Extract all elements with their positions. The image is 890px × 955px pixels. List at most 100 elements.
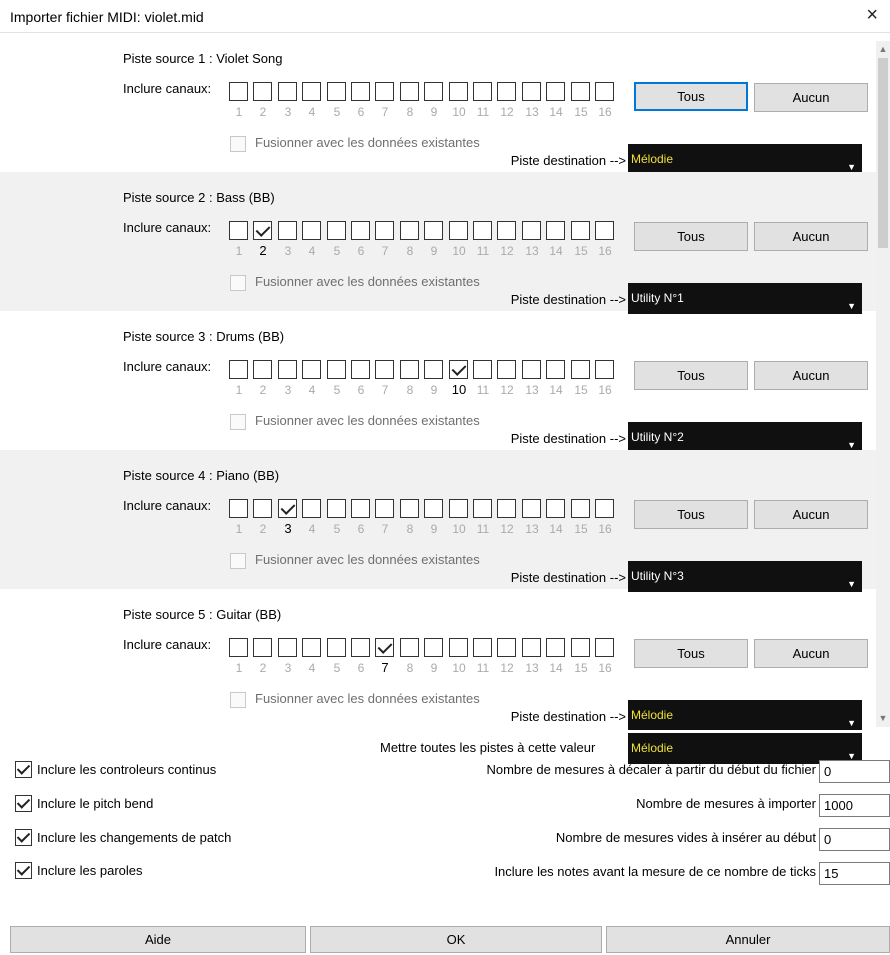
merge-checkbox[interactable] bbox=[230, 414, 246, 430]
channel-checkbox-12[interactable] bbox=[497, 499, 516, 518]
scroll-down-icon[interactable]: ▼ bbox=[876, 710, 890, 727]
channel-checkbox-13[interactable] bbox=[522, 221, 541, 240]
channel-checkbox-3[interactable] bbox=[278, 360, 297, 379]
channel-checkbox-16[interactable] bbox=[595, 499, 614, 518]
channel-checkbox-7[interactable] bbox=[375, 82, 394, 101]
channel-checkbox-12[interactable] bbox=[497, 82, 516, 101]
channel-checkbox-3[interactable] bbox=[278, 221, 297, 240]
numeric-field-input[interactable]: 0 bbox=[819, 760, 890, 783]
merge-checkbox[interactable] bbox=[230, 275, 246, 291]
channel-checkbox-16[interactable] bbox=[595, 82, 614, 101]
channel-checkbox-14[interactable] bbox=[546, 221, 565, 240]
numeric-field-input[interactable]: 1000 bbox=[819, 794, 890, 817]
destination-dropdown[interactable]: Utility N°3 ▼ bbox=[628, 561, 862, 592]
close-icon[interactable]: × bbox=[866, 4, 878, 27]
option-checkbox[interactable] bbox=[15, 761, 32, 778]
channel-checkbox-1[interactable] bbox=[229, 82, 248, 101]
channel-checkbox-10[interactable] bbox=[449, 82, 468, 101]
merge-checkbox[interactable] bbox=[230, 553, 246, 569]
channel-checkbox-3[interactable] bbox=[278, 499, 297, 518]
channel-checkbox-15[interactable] bbox=[571, 82, 590, 101]
all-channels-button[interactable]: Tous bbox=[634, 639, 748, 668]
channel-checkbox-6[interactable] bbox=[351, 499, 370, 518]
channel-checkbox-11[interactable] bbox=[473, 360, 492, 379]
merge-checkbox[interactable] bbox=[230, 136, 246, 152]
channel-checkbox-16[interactable] bbox=[595, 360, 614, 379]
merge-checkbox[interactable] bbox=[230, 692, 246, 708]
channel-checkbox-13[interactable] bbox=[522, 638, 541, 657]
channel-checkbox-15[interactable] bbox=[571, 221, 590, 240]
channel-checkbox-13[interactable] bbox=[522, 499, 541, 518]
channel-checkbox-4[interactable] bbox=[302, 221, 321, 240]
channel-checkbox-1[interactable] bbox=[229, 360, 248, 379]
channel-checkbox-6[interactable] bbox=[351, 221, 370, 240]
channel-checkbox-14[interactable] bbox=[546, 638, 565, 657]
channel-checkbox-9[interactable] bbox=[424, 82, 443, 101]
no-channels-button[interactable]: Aucun bbox=[754, 500, 868, 529]
destination-dropdown[interactable]: Mélodie ▼ bbox=[628, 700, 862, 730]
option-checkbox[interactable] bbox=[15, 829, 32, 846]
no-channels-button[interactable]: Aucun bbox=[754, 361, 868, 390]
channel-checkbox-8[interactable] bbox=[400, 638, 419, 657]
channel-checkbox-13[interactable] bbox=[522, 82, 541, 101]
all-channels-button[interactable]: Tous bbox=[634, 82, 748, 111]
channel-checkbox-5[interactable] bbox=[327, 360, 346, 379]
channel-checkbox-16[interactable] bbox=[595, 221, 614, 240]
help-button[interactable]: Aide bbox=[10, 926, 306, 953]
numeric-field-input[interactable]: 15 bbox=[819, 862, 890, 885]
channel-checkbox-4[interactable] bbox=[302, 499, 321, 518]
destination-dropdown[interactable]: Utility N°1 ▼ bbox=[628, 283, 862, 314]
channel-checkbox-10[interactable] bbox=[449, 360, 468, 379]
channel-checkbox-6[interactable] bbox=[351, 82, 370, 101]
option-checkbox[interactable] bbox=[15, 862, 32, 879]
destination-dropdown[interactable]: Mélodie ▼ bbox=[628, 144, 862, 175]
all-channels-button[interactable]: Tous bbox=[634, 222, 748, 251]
vertical-scrollbar[interactable]: ▲ ▼ bbox=[876, 41, 890, 727]
channel-checkbox-4[interactable] bbox=[302, 360, 321, 379]
channel-checkbox-5[interactable] bbox=[327, 638, 346, 657]
channel-checkbox-2[interactable] bbox=[253, 360, 272, 379]
channel-checkbox-12[interactable] bbox=[497, 360, 516, 379]
channel-checkbox-8[interactable] bbox=[400, 499, 419, 518]
numeric-field-input[interactable]: 0 bbox=[819, 828, 890, 851]
channel-checkbox-2[interactable] bbox=[253, 221, 272, 240]
channel-checkbox-9[interactable] bbox=[424, 638, 443, 657]
channel-checkbox-8[interactable] bbox=[400, 221, 419, 240]
channel-checkbox-7[interactable] bbox=[375, 638, 394, 657]
channel-checkbox-6[interactable] bbox=[351, 360, 370, 379]
channel-checkbox-1[interactable] bbox=[229, 499, 248, 518]
cancel-button[interactable]: Annuler bbox=[606, 926, 890, 953]
channel-checkbox-10[interactable] bbox=[449, 499, 468, 518]
channel-checkbox-13[interactable] bbox=[522, 360, 541, 379]
channel-checkbox-11[interactable] bbox=[473, 499, 492, 518]
scroll-up-icon[interactable]: ▲ bbox=[876, 41, 890, 58]
channel-checkbox-1[interactable] bbox=[229, 221, 248, 240]
channel-checkbox-8[interactable] bbox=[400, 360, 419, 379]
channel-checkbox-14[interactable] bbox=[546, 499, 565, 518]
all-channels-button[interactable]: Tous bbox=[634, 500, 748, 529]
channel-checkbox-8[interactable] bbox=[400, 82, 419, 101]
channel-checkbox-14[interactable] bbox=[546, 360, 565, 379]
channel-checkbox-6[interactable] bbox=[351, 638, 370, 657]
channel-checkbox-5[interactable] bbox=[327, 499, 346, 518]
channel-checkbox-10[interactable] bbox=[449, 638, 468, 657]
channel-checkbox-15[interactable] bbox=[571, 360, 590, 379]
channel-checkbox-7[interactable] bbox=[375, 360, 394, 379]
channel-checkbox-5[interactable] bbox=[327, 82, 346, 101]
channel-checkbox-2[interactable] bbox=[253, 499, 272, 518]
channel-checkbox-14[interactable] bbox=[546, 82, 565, 101]
channel-checkbox-3[interactable] bbox=[278, 638, 297, 657]
channel-checkbox-11[interactable] bbox=[473, 221, 492, 240]
channel-checkbox-3[interactable] bbox=[278, 82, 297, 101]
channel-checkbox-12[interactable] bbox=[497, 221, 516, 240]
channel-checkbox-7[interactable] bbox=[375, 499, 394, 518]
channel-checkbox-7[interactable] bbox=[375, 221, 394, 240]
no-channels-button[interactable]: Aucun bbox=[754, 639, 868, 668]
channel-checkbox-9[interactable] bbox=[424, 499, 443, 518]
channel-checkbox-4[interactable] bbox=[302, 638, 321, 657]
channel-checkbox-2[interactable] bbox=[253, 82, 272, 101]
channel-checkbox-10[interactable] bbox=[449, 221, 468, 240]
no-channels-button[interactable]: Aucun bbox=[754, 83, 868, 112]
ok-button[interactable]: OK bbox=[310, 926, 602, 953]
channel-checkbox-15[interactable] bbox=[571, 638, 590, 657]
